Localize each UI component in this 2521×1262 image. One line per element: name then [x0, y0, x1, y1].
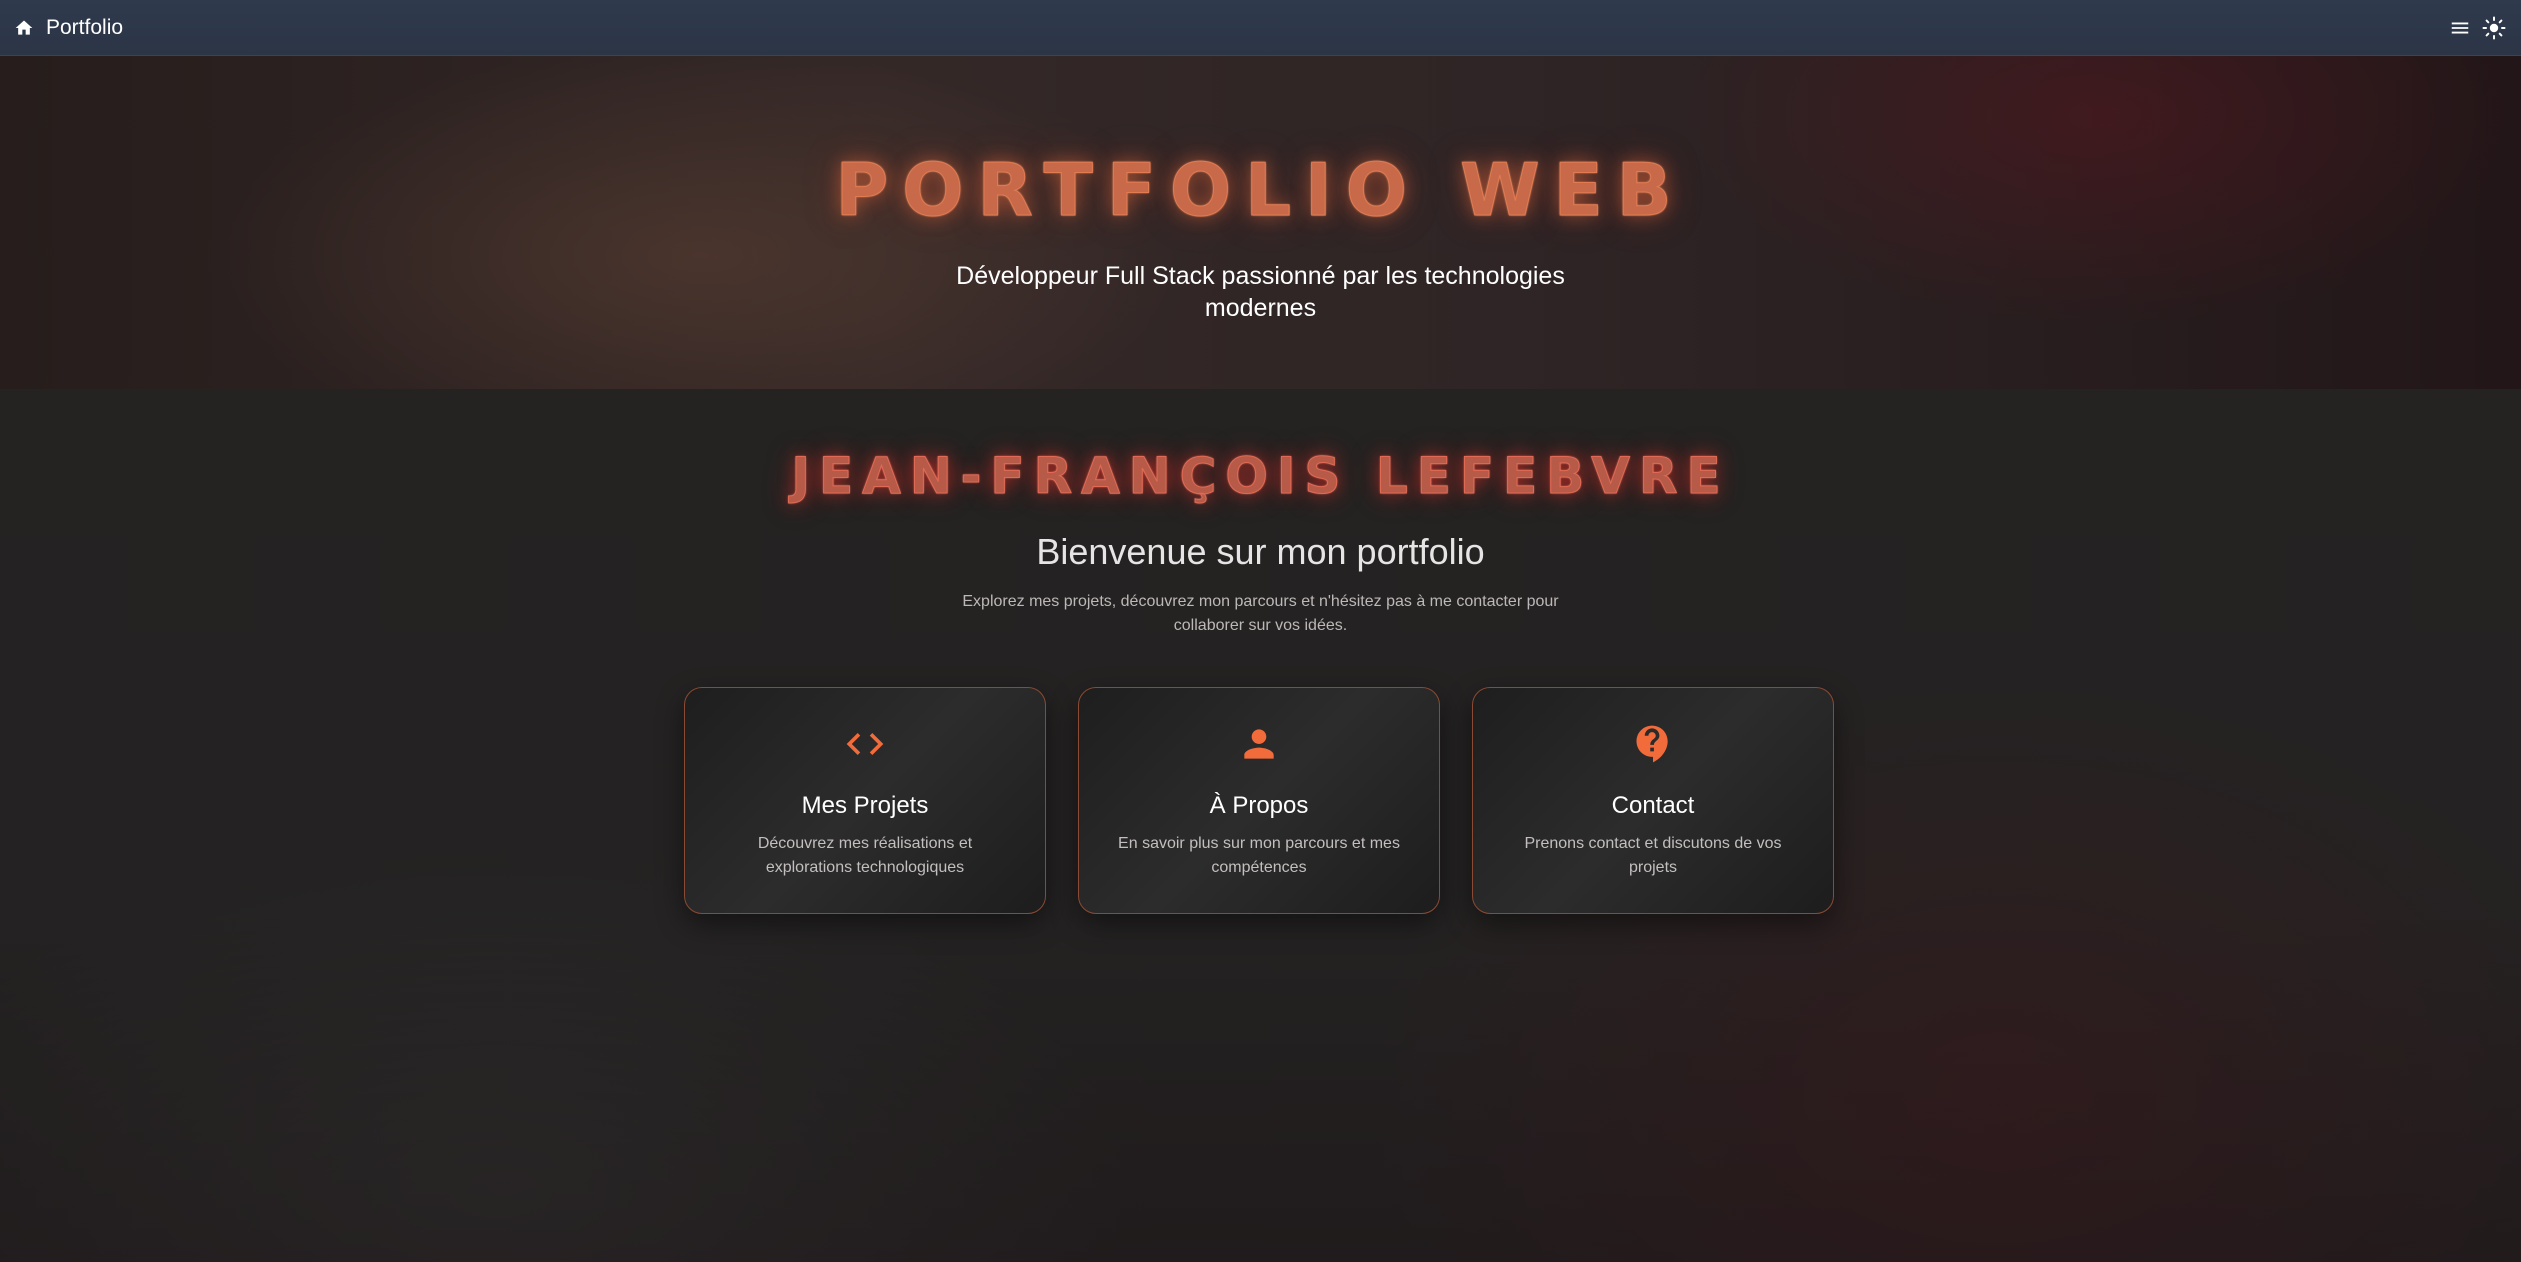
- intro-text: Explorez mes projets, découvrez mon parc…: [962, 593, 1559, 634]
- card-title: Contact: [1611, 792, 1695, 819]
- menu-icon[interactable]: [2443, 11, 2477, 45]
- person-icon: [1237, 722, 1281, 766]
- main-content: JEAN-FRANÇOIS LEFEBVRE Bienvenue sur mon…: [0, 389, 2521, 1262]
- code-icon: [843, 722, 887, 766]
- top-navbar: Portfolio: [0, 0, 2521, 56]
- card-contact[interactable]: Contact Prenons contact et discutons de …: [1472, 687, 1834, 914]
- home-icon[interactable]: [10, 14, 38, 42]
- card-title: À Propos: [1209, 792, 1309, 819]
- hero-title: PORTFOLIO WEB: [835, 148, 1686, 232]
- hero-subtitle: Développeur Full Stack passionné par les…: [956, 262, 1565, 322]
- owner-name: JEAN-FRANÇOIS LEFEBVRE: [791, 447, 1730, 505]
- hero-banner: PORTFOLIO WEB Développeur Full Stack pas…: [0, 56, 2521, 389]
- welcome-heading: Bienvenue sur mon portfolio: [1036, 531, 1485, 572]
- card-projects[interactable]: Mes Projets Découvrez mes réalisations e…: [684, 687, 1046, 914]
- question-bubble-icon: [1631, 722, 1675, 766]
- card-title: Mes Projets: [801, 792, 929, 819]
- card-about[interactable]: À Propos En savoir plus sur mon parcours…: [1078, 687, 1440, 914]
- brand-link[interactable]: Portfolio: [46, 16, 123, 40]
- sun-icon[interactable]: [2477, 11, 2511, 45]
- card-description: En savoir plus sur mon parcours et mes c…: [1118, 835, 1400, 876]
- card-description: Prenons contact et discutons de vos proj…: [1524, 835, 1782, 876]
- nav-cards: Mes Projets Découvrez mes réalisations e…: [684, 687, 1834, 914]
- card-description: Découvrez mes réalisations et exploratio…: [757, 835, 973, 876]
